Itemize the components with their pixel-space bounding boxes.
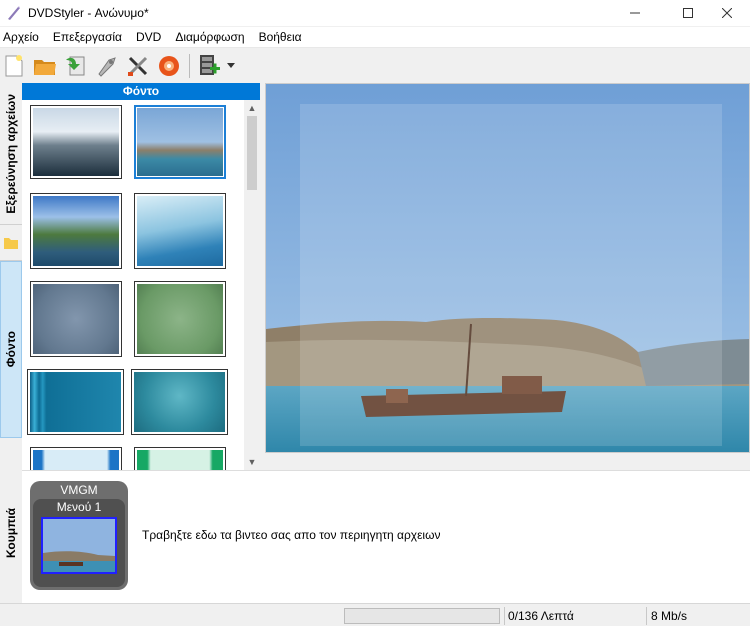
disc-icon	[159, 56, 179, 76]
menu-configuration[interactable]: Διαμόρφωση	[168, 27, 251, 48]
background-thumbnail-selected[interactable]	[134, 105, 226, 179]
background-thumbnail[interactable]	[134, 281, 226, 357]
background-thumbnails	[22, 100, 244, 470]
menu-background-image	[266, 84, 749, 452]
close-button[interactable]	[704, 0, 750, 26]
settings-button[interactable]	[124, 52, 152, 80]
menu-thumbnail[interactable]	[41, 517, 117, 574]
background-thumbnail[interactable]	[134, 447, 226, 470]
scrollbar-thumb[interactable]	[247, 116, 257, 190]
new-button[interactable]	[0, 52, 28, 80]
menu-item[interactable]: Μενού 1	[33, 499, 125, 587]
background-thumbnail[interactable]	[134, 193, 226, 269]
scroll-down-arrow-icon[interactable]: ▼	[244, 454, 260, 470]
menu-preview-canvas[interactable]	[265, 83, 750, 453]
dvdstyler-app-icon	[8, 6, 20, 20]
menu-thumbnail-image	[43, 519, 115, 572]
minimize-icon	[630, 12, 640, 14]
menu-file[interactable]: Αρχείο	[0, 27, 46, 48]
add-video-icon	[200, 55, 220, 75]
menu-edit[interactable]: Επεξεργασία	[46, 27, 129, 48]
add-video-button[interactable]	[196, 52, 224, 80]
tab-buttons[interactable]: Κουμπιά	[0, 463, 22, 603]
save-icon	[66, 56, 85, 76]
bitrate-status: 8 Mb/s	[651, 609, 688, 623]
status-separator	[504, 607, 505, 625]
titleset-manager: VMGM Μενού 1 Τραβηξτε εδω τα βιντεο σας …	[22, 470, 750, 603]
drop-hint: Τραβηξτε εδω τα βιντεο σας απο τον περιη…	[142, 528, 441, 542]
panel-title: Φόντο	[22, 83, 260, 100]
disc-button[interactable]	[155, 52, 183, 80]
menu-bar: Αρχείο Επεξεργασία DVD Διαμόρφωση Βοήθει…	[0, 27, 750, 48]
background-thumbnail[interactable]	[131, 369, 228, 435]
scroll-up-arrow-icon[interactable]: ▲	[244, 100, 260, 116]
toolbar	[0, 49, 750, 83]
background-thumbnail[interactable]	[30, 447, 122, 470]
duration-status: 0/136 Λεπτά	[508, 609, 574, 623]
title-bar: DVDStyler - Ανώνυμο*	[0, 0, 750, 26]
menu-label: Μενού 1	[56, 500, 102, 514]
menu-safe-area	[300, 104, 722, 446]
menu-dvd[interactable]: DVD	[129, 27, 168, 48]
status-bar: 0/136 Λεπτά 8 Mb/s	[0, 603, 750, 626]
backgrounds-panel: Φόντο ▲ ▼	[22, 83, 260, 470]
add-video-dropdown[interactable]	[224, 52, 238, 80]
burn-button[interactable]	[93, 52, 121, 80]
panel-scrollbar[interactable]: ▲ ▼	[244, 100, 260, 470]
tools-icon	[128, 56, 148, 76]
vmgm-item[interactable]: VMGM Μενού 1	[30, 481, 128, 590]
open-button[interactable]	[31, 52, 59, 80]
background-thumbnail[interactable]	[30, 105, 122, 179]
tab-folder[interactable]	[0, 225, 22, 261]
side-tabs: Εξερεύνηση αρχείων Φόντο Κουμπιά	[0, 83, 22, 603]
burn-icon	[98, 57, 116, 77]
dropdown-arrow-icon	[227, 63, 235, 68]
tab-backgrounds[interactable]: Φόντο	[0, 261, 22, 438]
save-button[interactable]	[62, 52, 90, 80]
tab-file-explorer[interactable]: Εξερεύνηση αρχείων	[0, 83, 22, 225]
status-separator	[646, 607, 647, 625]
close-icon	[722, 8, 732, 18]
new-icon	[5, 55, 23, 77]
window-title: DVDStyler - Ανώνυμο*	[28, 6, 149, 20]
progress-bar	[344, 608, 500, 624]
minimize-button[interactable]	[612, 0, 658, 26]
open-folder-icon	[34, 60, 56, 75]
folder-icon	[4, 237, 18, 249]
vmgm-label: VMGM	[60, 483, 98, 497]
background-thumbnail[interactable]	[27, 369, 124, 435]
menu-help[interactable]: Βοήθεια	[252, 27, 309, 48]
background-thumbnail[interactable]	[30, 281, 122, 357]
maximize-icon	[683, 8, 693, 18]
background-thumbnail[interactable]	[30, 193, 122, 269]
toolbar-separator	[189, 54, 190, 78]
